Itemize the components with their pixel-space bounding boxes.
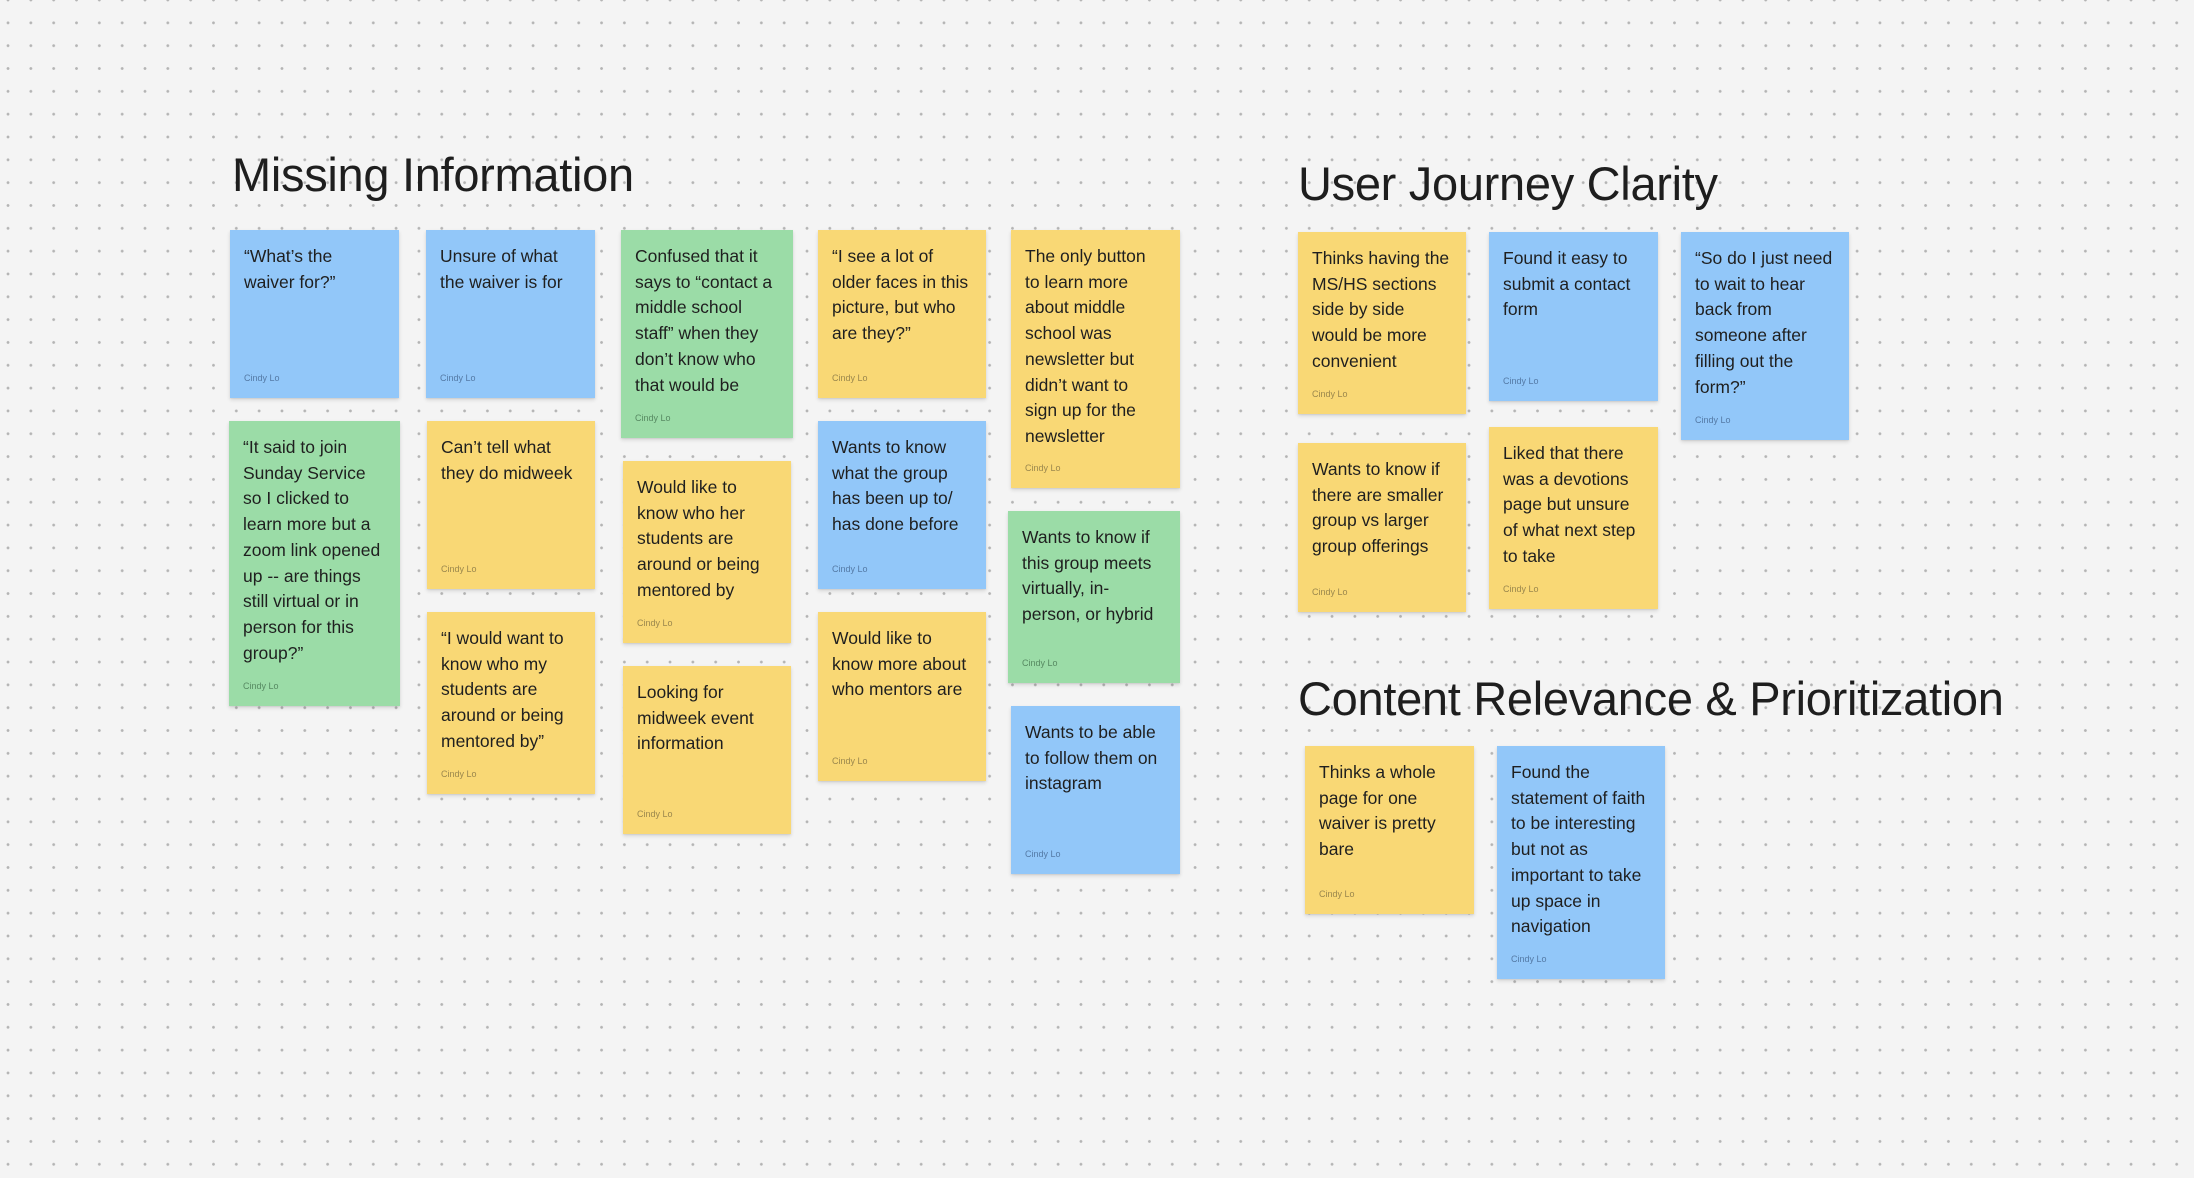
sticky-note-text: “What’s the waiver for?” [244,246,336,292]
sticky-note-author: Cindy Lo [441,769,477,779]
sticky-note-text: Thinks a whole page for one waiver is pr… [1319,762,1436,860]
sticky-note[interactable]: Wants to know if this group meets virtua… [1008,511,1180,683]
sticky-note[interactable]: Confused that it says to “contact a midd… [621,230,793,438]
sticky-note-text: Found it easy to submit a contact form [1503,248,1631,320]
sticky-note-author: Cindy Lo [440,373,476,383]
sticky-note-text: Would like to know who her students are … [637,477,760,600]
sticky-note-author: Cindy Lo [637,809,673,819]
sticky-note[interactable]: The only button to learn more about midd… [1011,230,1180,488]
sticky-note[interactable]: Wants to know what the group has been up… [818,421,986,589]
sticky-note-text: Thinks having the MS/HS sections side by… [1312,248,1450,371]
sticky-note-text: Unsure of what the waiver is for [440,246,563,292]
sticky-note-author: Cindy Lo [832,756,868,766]
sticky-note[interactable]: Wants to be able to follow them on insta… [1011,706,1180,874]
sticky-note-author: Cindy Lo [832,373,868,383]
sticky-note-text: The only button to learn more about midd… [1025,246,1146,446]
sticky-note-author: Cindy Lo [1319,889,1355,899]
sticky-note-text: “I would want to know who my students ar… [441,628,564,751]
sticky-note[interactable]: Thinks having the MS/HS sections side by… [1298,232,1466,414]
sticky-note-author: Cindy Lo [635,413,671,423]
sticky-note[interactable]: Found it easy to submit a contact form C… [1489,232,1658,401]
sticky-note-author: Cindy Lo [1511,954,1547,964]
whiteboard-canvas[interactable]: Missing Information “What’s the waiver f… [0,0,2194,1178]
sticky-note-author: Cindy Lo [1025,463,1061,473]
sticky-note-author: Cindy Lo [244,373,280,383]
sticky-note-author: Cindy Lo [243,681,279,691]
sticky-note[interactable]: Would like to know more about who mentor… [818,612,986,781]
sticky-note[interactable]: Thinks a whole page for one waiver is pr… [1305,746,1474,914]
sticky-note-text: Wants to know what the group has been up… [832,437,959,535]
sticky-note-text: Looking for midweek event information [637,682,754,754]
sticky-note[interactable]: Can’t tell what they do midweek Cindy Lo [427,421,595,589]
section-title[interactable]: User Journey Clarity [1298,160,1718,207]
sticky-note-author: Cindy Lo [832,564,868,574]
sticky-note-text: Wants to know if there are smaller group… [1312,459,1444,557]
sticky-note-text: “I see a lot of older faces in this pict… [832,246,969,344]
sticky-note[interactable]: “I see a lot of older faces in this pict… [818,230,986,398]
sticky-note[interactable]: “I would want to know who my students ar… [427,612,595,794]
sticky-note-text: Wants to know if this group meets virtua… [1022,527,1154,625]
sticky-note[interactable]: “What’s the waiver for?” Cindy Lo [230,230,399,398]
sticky-note[interactable]: Wants to know if there are smaller group… [1298,443,1466,612]
sticky-note-text: Can’t tell what they do midweek [441,437,573,483]
sticky-note-author: Cindy Lo [1503,376,1539,386]
sticky-note-author: Cindy Lo [1312,389,1348,399]
sticky-note[interactable]: “It said to join Sunday Service so I cli… [229,421,400,706]
sticky-note-text: Wants to be able to follow them on insta… [1025,722,1158,794]
sticky-note-text: Liked that there was a devotions page bu… [1503,443,1636,566]
sticky-note[interactable]: Would like to know who her students are … [623,461,791,643]
sticky-note[interactable]: Liked that there was a devotions page bu… [1489,427,1658,609]
sticky-note-author: Cindy Lo [1503,584,1539,594]
sticky-note[interactable]: “So do I just need to wait to hear back … [1681,232,1849,440]
sticky-note[interactable]: Looking for midweek event information Ci… [623,666,791,834]
sticky-note-author: Cindy Lo [1312,587,1348,597]
sticky-note-author: Cindy Lo [1695,415,1731,425]
sticky-note-text: Found the statement of faith to be inter… [1511,762,1646,937]
sticky-note-text: Confused that it says to “contact a midd… [635,246,773,395]
section-title[interactable]: Missing Information [232,151,634,198]
sticky-note-author: Cindy Lo [637,618,673,628]
sticky-note-author: Cindy Lo [1025,849,1061,859]
section-title[interactable]: Content Relevance & Prioritization [1298,675,2004,722]
sticky-note[interactable]: Unsure of what the waiver is for Cindy L… [426,230,595,398]
sticky-note-author: Cindy Lo [1022,658,1058,668]
sticky-note-text: “It said to join Sunday Service so I cli… [243,437,381,663]
sticky-note-text: “So do I just need to wait to hear back … [1695,248,1833,397]
sticky-note-text: Would like to know more about who mentor… [832,628,967,700]
sticky-note-author: Cindy Lo [441,564,477,574]
sticky-note[interactable]: Found the statement of faith to be inter… [1497,746,1665,979]
